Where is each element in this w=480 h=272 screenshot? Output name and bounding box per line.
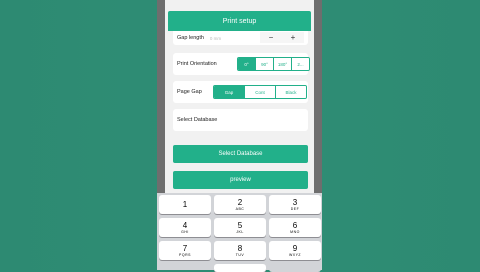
gap-length-label: Gap length [177,35,204,41]
key-digit: 4 [182,220,188,230]
key-digit: 6 [292,220,298,230]
key-digit: 2 [237,197,243,207]
key-digit: 9 [292,243,298,253]
select-database-button[interactable]: Select Database [173,145,308,163]
key-digit: 5 [237,220,243,230]
key-letters: MNO [290,229,300,234]
orientation-option-0[interactable]: 0° [238,58,256,70]
orientation-option-180[interactable]: 180° [274,58,292,70]
select-database-label: Select Database [177,117,218,123]
page-gap-row: Page Gap Gap Cont Black [173,81,308,103]
delete-key[interactable] [269,264,321,272]
key-letters: ABC [235,206,245,211]
page-gap-segmented-control: Gap Cont Black [213,85,307,99]
key-letters: PQRS [179,252,191,257]
preview-button[interactable]: preview [173,171,308,189]
gap-length-input[interactable]: 0 mm [210,36,221,41]
page-gap-option-cont[interactable]: Cont [245,86,276,98]
key-letters: TUV [235,252,245,257]
gap-length-row: Gap length 0 mm − + [173,31,308,45]
print-orientation-row: Print Orientation 0° 90° 180° 2... [173,53,310,75]
key-digit: 8 [237,243,243,253]
print-orientation-label: Print Orientation [177,61,217,67]
key-7[interactable]: 7 PQRS [159,241,211,260]
key-2[interactable]: 2 ABC [214,195,266,214]
key-8[interactable]: 8 TUV [214,241,266,260]
print-setup-screen: Print setup Gap length 0 mm − + Print Or… [165,0,314,196]
increment-button[interactable]: + [282,32,304,43]
gap-length-stepper: − + [260,32,304,43]
orientation-option-270[interactable]: 2... [292,58,309,70]
key-9[interactable]: 9 WXYZ [269,241,321,260]
page-title: Print setup [168,11,311,31]
key-4[interactable]: 4 GHI [159,218,211,237]
decrement-button[interactable]: − [260,32,282,43]
page-gap-option-gap[interactable]: Gap [214,86,245,98]
key-3[interactable]: 3 DEF [269,195,321,214]
orientation-option-90[interactable]: 90° [256,58,274,70]
key-letters: GHI [181,229,189,234]
key-6[interactable]: 6 MNO [269,218,321,237]
key-digit: 7 [182,243,188,253]
key-1[interactable]: 1 [159,195,211,214]
key-letters: WXYZ [288,252,302,257]
key-letters: DEF [290,206,300,211]
key-letters: JKL [236,229,244,234]
orientation-segmented-control: 0° 90° 180° 2... [237,57,310,71]
numeric-keyboard: 1 2 ABC 3 DEF 4 GHI 5 JKL 6 MNO 7 PQRS 8… [157,193,322,272]
key-digit: 3 [292,197,298,207]
key-0[interactable] [214,264,266,272]
select-database-row[interactable]: Select Database [173,109,308,131]
key-digit: 1 [182,199,188,209]
page-gap-label: Page Gap [177,89,202,95]
key-5[interactable]: 5 JKL [214,218,266,237]
page-gap-option-black[interactable]: Black [276,86,306,98]
